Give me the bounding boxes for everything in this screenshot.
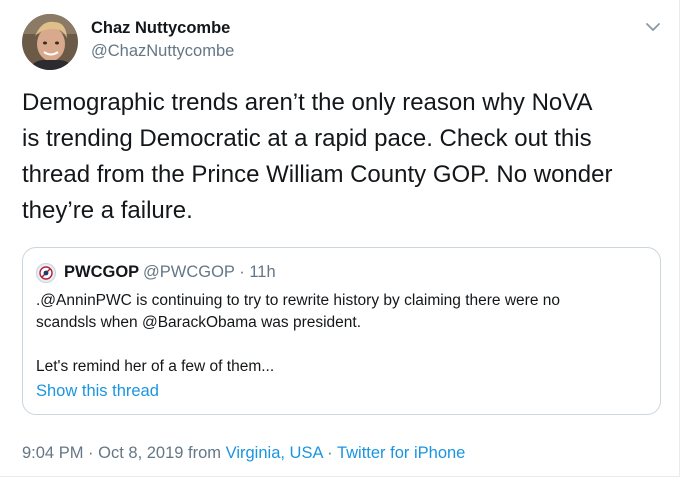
tweet-text-line: Demographic trends aren’t the only reaso… — [22, 89, 593, 116]
tweet-time[interactable]: 9:04 PM — [22, 444, 83, 462]
quoted-tweet[interactable]: PWCGOP @PWCGOP · 11h .@AnninPWC is conti… — [22, 247, 661, 415]
quoted-text-line: scandsls when @BarackObama was president… — [36, 314, 362, 331]
tweet-text-line: they’re a failure. — [22, 197, 193, 224]
footer-separator: · — [88, 444, 94, 462]
gop-logo-icon[interactable] — [36, 263, 56, 283]
footer-separator: · — [327, 444, 333, 462]
tweet-date[interactable]: Oct 8, 2019 — [98, 444, 183, 462]
show-thread-link[interactable]: Show this thread — [36, 382, 159, 401]
quoted-text-line — [36, 334, 646, 356]
tweet-text-line: is trending Democratic at a rapid pace. … — [22, 125, 592, 152]
quoted-timestamp[interactable]: 11h — [249, 263, 275, 281]
quoted-meta: @PWCGOP · 11h — [143, 263, 276, 282]
tweet-footer: 9:04 PM · Oct 8, 2019 from Virginia, USA… — [22, 444, 465, 463]
quoted-author-name[interactable]: PWCGOP — [64, 263, 139, 282]
quoted-text-line: .@AnninPWC is continuing to try to rewri… — [36, 292, 561, 309]
location-link[interactable]: Virginia, USA — [226, 444, 323, 462]
quoted-author-handle[interactable]: @PWCGOP — [143, 263, 235, 281]
quoted-text-line: Let's remind her of a few of them... — [36, 358, 275, 375]
author-avatar[interactable] — [22, 14, 78, 70]
tweet-text-line: thread from the Prince William County GO… — [22, 161, 613, 188]
author-handle[interactable]: @ChazNuttycombe — [91, 42, 234, 61]
tweet-text: Demographic trends aren’t the only reaso… — [22, 85, 672, 229]
meta-separator: · — [239, 263, 245, 281]
avatar-photo — [22, 14, 78, 70]
quoted-text: .@AnninPWC is continuing to try to rewri… — [36, 290, 646, 378]
author-name[interactable]: Chaz Nuttycombe — [91, 19, 230, 38]
source-link[interactable]: Twitter for iPhone — [337, 444, 465, 462]
chevron-down-icon[interactable] — [643, 20, 663, 34]
from-label: from — [188, 444, 222, 462]
tweet-card: Chaz Nuttycombe @ChazNuttycombe Demograp… — [0, 0, 680, 477]
